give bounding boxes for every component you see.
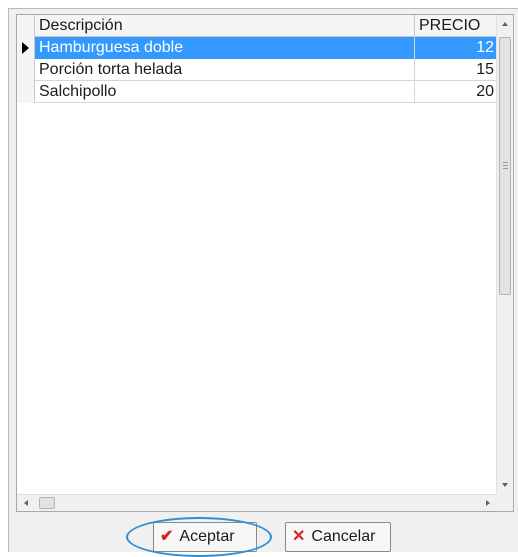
aceptar-button[interactable]: ✔ Aceptar [153, 522, 257, 552]
scroll-corner [496, 494, 513, 511]
scroll-right-arrow-icon[interactable] [486, 500, 490, 506]
table-row[interactable]: Porción torta helada 15 [17, 59, 497, 81]
x-icon: ✕ [292, 528, 306, 545]
checkmark-icon: ✔ [160, 528, 174, 545]
column-header-descripcion[interactable]: Descripción [35, 15, 415, 37]
aceptar-label: Aceptar [179, 528, 235, 545]
grip-line [503, 162, 508, 163]
grip-line [503, 165, 508, 166]
cell-descripcion[interactable]: Porción torta helada [35, 59, 415, 81]
cell-precio[interactable]: 20 [415, 81, 497, 103]
cell-precio[interactable]: 12 [415, 37, 497, 59]
grip-line [503, 168, 508, 169]
cell-descripcion[interactable]: Hamburguesa doble [35, 37, 415, 59]
horizontal-scrollbar[interactable] [17, 494, 497, 511]
vertical-scrollbar[interactable] [496, 15, 513, 494]
current-row-indicator [17, 37, 35, 59]
products-grid[interactable]: Descripción PRECIO Hamburguesa doble 12 … [16, 14, 514, 512]
cell-descripcion[interactable]: Salchipollo [35, 81, 415, 103]
row-indicator [17, 59, 35, 81]
row-indicator [17, 81, 35, 103]
horizontal-scroll-thumb[interactable] [39, 497, 55, 509]
cancelar-button[interactable]: ✕ Cancelar [285, 522, 391, 552]
cell-precio[interactable]: 15 [415, 59, 497, 81]
scroll-down-arrow-icon[interactable] [502, 483, 508, 487]
grid-header: Descripción PRECIO [17, 15, 497, 37]
table-row[interactable]: Hamburguesa doble 12 [17, 37, 497, 59]
scroll-left-arrow-icon[interactable] [24, 500, 28, 506]
table-row[interactable]: Salchipollo 20 [17, 81, 497, 103]
row-pointer-icon [22, 42, 29, 54]
row-indicator-header [17, 15, 35, 37]
cancelar-label: Cancelar [311, 528, 376, 545]
column-header-precio[interactable]: PRECIO [415, 15, 497, 37]
scroll-up-arrow-icon[interactable] [502, 22, 508, 26]
vertical-scroll-thumb[interactable] [499, 37, 511, 295]
